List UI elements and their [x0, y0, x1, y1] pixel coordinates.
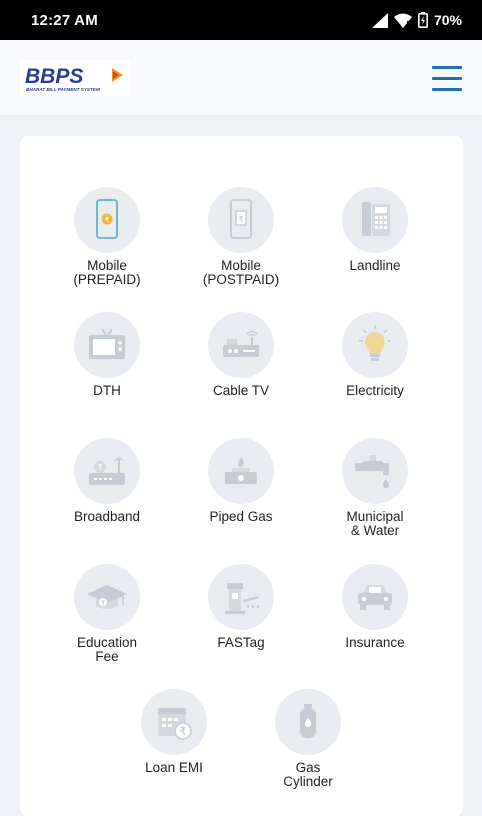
gas-stove-icon: [208, 438, 274, 504]
landline-phone-icon: [342, 187, 408, 253]
graduation-cap-icon: ₹: [74, 564, 140, 630]
category-label: Mobile (PREPAID): [73, 258, 141, 287]
category-education-fee[interactable]: ₹ Education Fee: [40, 564, 174, 664]
mobile-postpaid-icon: ₹: [208, 187, 274, 253]
category-label: Broadband: [73, 509, 141, 524]
category-label: Municipal & Water: [346, 509, 404, 538]
battery-icon: [417, 12, 428, 28]
svg-text:₹: ₹: [238, 215, 243, 224]
status-time: 12:27 AM: [31, 12, 98, 29]
toll-booth-icon: [208, 564, 274, 630]
category-label: Education Fee: [76, 635, 138, 664]
category-label: Insurance: [345, 635, 405, 650]
category-gas-cylinder[interactable]: Gas Cylinder: [241, 689, 375, 789]
water-tap-icon: [342, 438, 408, 504]
category-insurance[interactable]: Insurance: [308, 564, 442, 650]
status-icons: 70%: [371, 11, 462, 29]
gas-cylinder-icon: [275, 689, 341, 755]
logo-text: BBPS: [25, 65, 83, 88]
category-label: Loan EMI: [145, 760, 203, 775]
hamburger-menu-button[interactable]: [430, 66, 464, 92]
tv-icon: [74, 312, 140, 378]
category-label: FASTag: [217, 635, 265, 650]
mobile-prepaid-icon: ₹: [74, 187, 140, 253]
signal-icon: [371, 12, 388, 28]
app-header: BBPS BHARAT BILL PAYMENT SYSTEM: [0, 40, 482, 115]
category-dth[interactable]: DTH: [40, 312, 174, 398]
category-loan-emi[interactable]: ₹ Loan EMI: [107, 689, 241, 775]
category-label: Gas Cylinder: [283, 760, 333, 789]
category-card: ₹ Mobile (PREPAID) ₹ Mobile (POSTPAID) L…: [20, 136, 463, 816]
category-municipal-water[interactable]: Municipal & Water: [308, 438, 442, 538]
category-label: Electricity: [346, 383, 404, 398]
category-label: Cable TV: [212, 383, 270, 398]
svg-text:₹: ₹: [105, 216, 110, 224]
category-broadband[interactable]: ₹ Broadband: [40, 438, 174, 524]
category-label: Mobile (POSTPAID): [202, 258, 280, 287]
logo-subtitle: BHARAT BILL PAYMENT SYSTEM: [26, 87, 100, 92]
bbps-logo[interactable]: BBPS BHARAT BILL PAYMENT SYSTEM: [20, 60, 130, 96]
cable-box-icon: [208, 312, 274, 378]
status-bar: 12:27 AM 70%: [0, 0, 482, 40]
category-label: Landline: [349, 258, 401, 273]
category-label: Piped Gas: [209, 509, 273, 524]
calendar-rupee-icon: ₹: [141, 689, 207, 755]
category-mobile-postpaid[interactable]: ₹ Mobile (POSTPAID): [174, 187, 308, 287]
category-fastag[interactable]: FASTag: [174, 564, 308, 650]
category-mobile-prepaid[interactable]: ₹ Mobile (PREPAID): [40, 187, 174, 287]
category-piped-gas[interactable]: Piped Gas: [174, 438, 308, 524]
category-cable-tv[interactable]: Cable TV: [174, 312, 308, 398]
car-icon: [342, 564, 408, 630]
category-electricity[interactable]: Electricity: [308, 312, 442, 398]
svg-text:₹: ₹: [97, 463, 102, 472]
category-landline[interactable]: Landline: [308, 187, 442, 273]
svg-text:₹: ₹: [101, 600, 105, 607]
battery-percent: 70%: [433, 12, 462, 28]
svg-text:₹: ₹: [180, 725, 187, 738]
router-icon: ₹: [74, 438, 140, 504]
wifi-icon: [393, 13, 412, 28]
category-label: DTH: [93, 383, 121, 398]
light-bulb-icon: [342, 312, 408, 378]
